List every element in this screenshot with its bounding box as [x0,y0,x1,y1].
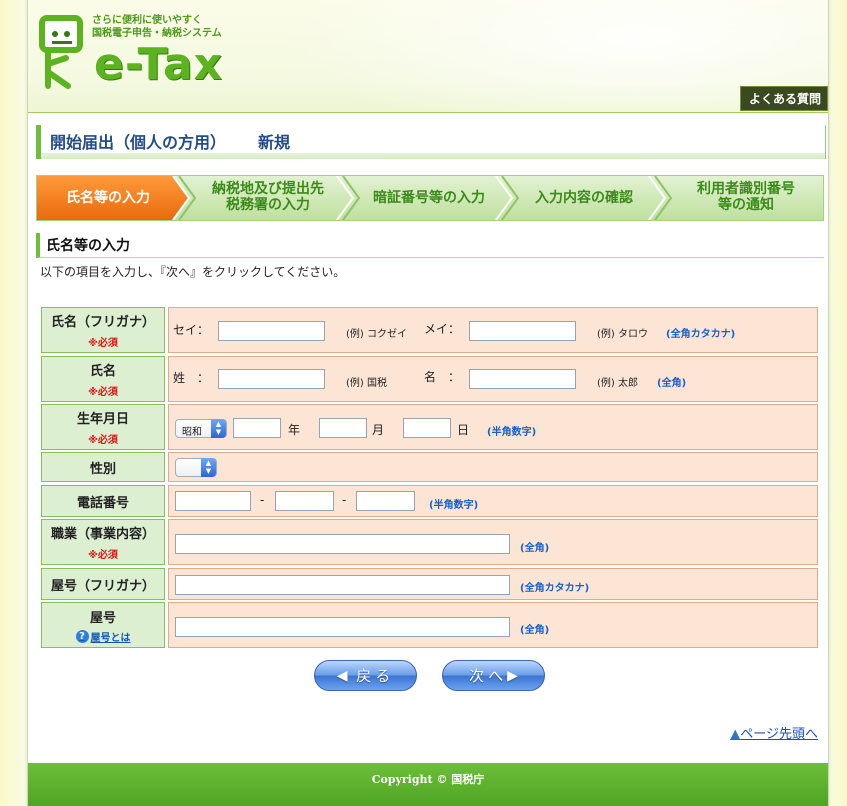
step-2-label: 納税地及び提出先 税務署の入力 [212,181,324,213]
row-shop-name-furigana: 屋号（フリガナ） (全角カタカナ) [41,568,818,600]
birth-day-input[interactable] [403,418,451,438]
section-heading: 氏名等の入力 [36,233,824,258]
back-button[interactable]: ◀ 戻る [314,660,417,691]
phone-part2-input[interactable] [275,491,334,511]
step-4-label: 入力内容の確認 [535,190,633,206]
row-occupation: 職業（事業内容） ※必須 (全角) [41,519,818,565]
label-phone: 電話番号 [76,495,129,511]
birth-year-input[interactable] [233,418,281,438]
select-arrow-icon: ▲ ▼ [201,458,216,477]
next-button[interactable]: 次へ ▶ [442,660,545,691]
label-shop-name: 屋号 [89,610,116,626]
sei-input[interactable] [218,369,325,389]
shop-name-kana-input[interactable] [175,575,510,595]
arrow-right-icon: ▶ [507,667,518,684]
page-top-link[interactable]: ▲ページ先頭へ [730,723,818,742]
page-title: 開始届出（個人の方用） 新規 [36,125,826,159]
etax-logo-text: e-Tax [94,39,224,90]
faq-button[interactable]: よくある質問 [739,86,828,111]
label-name: 氏名 [89,364,116,379]
label-occupation: 職業（事業内容） [50,527,155,542]
label-name-furigana: 氏名（フリガナ） [50,315,155,330]
row-birthdate: 生年月日 ※必須 昭和 ▲ ▼ 年 月 日 (半角数字) [41,404,818,450]
phone-part3-input[interactable] [356,491,415,511]
step-5-label: 利用者識別番号 等の通知 [697,181,795,213]
site-header: さらに便利に使いやすく 国税電子申告・納税システム e-Tax よくある質問 [28,0,828,113]
shop-name-input[interactable] [175,617,510,637]
phone-part1-input[interactable] [175,491,251,511]
row-name-furigana: 氏名（フリガナ） ※必須 セイ： (例) コクゼイ メイ： (例) タロウ (全角… [41,307,818,353]
required-mark: ※必須 [88,387,118,398]
birth-month-input[interactable] [319,418,367,438]
arrow-left-icon: ◀ [336,667,348,684]
mei-kana-input[interactable] [469,321,576,341]
label-shop-name-furigana: 屋号（フリガナ） [50,578,155,594]
sei-kana-input[interactable] [218,321,325,341]
help-icon: ? [75,629,89,643]
copyright-text: Copyright © 国税庁 [371,773,485,786]
step-1-label: 氏名等の入力 [66,190,150,206]
page-subtitle: 新規 [258,133,291,152]
select-arrow-icon: ▲ ▼ [211,419,226,438]
required-mark: ※必須 [88,435,118,446]
row-gender: 性別 ▲ ▼ [41,452,818,482]
arrow-up-icon: ▲ [730,727,741,742]
mei-input[interactable] [469,369,576,389]
row-phone: 電話番号 - - (半角数字) [41,485,818,517]
required-mark: ※必須 [88,550,118,561]
tagline: さらに便利に使いやすく 国税電子申告・納税システム [92,15,222,39]
footer: Copyright © 国税庁 [28,763,828,806]
gender-select[interactable]: ▲ ▼ [175,458,217,477]
era-select[interactable]: 昭和 ▲ ▼ [175,419,227,438]
step-3-label: 暗証番号等の入力 [373,190,485,206]
progress-steps: 氏名等の入力 納税地及び提出先 税務署の入力 暗証番号等の入力 入力内容の確認 利… [36,175,824,221]
page-container: さらに便利に使いやすく 国税電子申告・納税システム e-Tax よくある質問 開… [27,0,829,806]
etax-mascot-logo-icon [39,15,83,89]
label-gender: 性別 [89,461,116,477]
row-shop-name: 屋号 ? 屋号とは (全角) [41,602,818,648]
occupation-input[interactable] [175,534,510,554]
instruction-text: 以下の項目を入力し、『次へ』をクリックしてください。 [40,265,346,279]
label-birthdate: 生年月日 [76,412,129,427]
shop-name-help-link[interactable]: ? 屋号とは [75,629,131,644]
required-mark: ※必須 [88,338,118,349]
row-name: 氏名 ※必須 姓 ： (例) 国税 名 ： (例) 太郎 (全角) [41,356,818,402]
